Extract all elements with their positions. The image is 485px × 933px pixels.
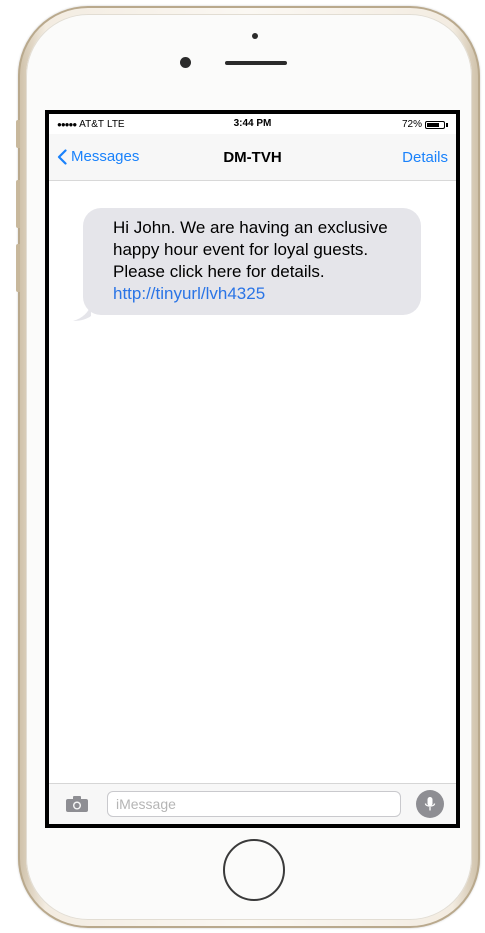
clock: 3:44 PM <box>233 118 272 129</box>
screen: ●●●●● AT&T LTE 3:44 PM 72% Messages DM-T… <box>45 110 460 828</box>
status-bar: ●●●●● AT&T LTE 3:44 PM 72% <box>49 114 456 134</box>
volume-up-button <box>16 180 20 228</box>
volume-down-button <box>16 244 20 292</box>
home-button[interactable] <box>223 839 285 901</box>
message-composer <box>49 783 456 824</box>
battery-fill <box>427 122 439 127</box>
battery-icon <box>425 120 445 129</box>
battery-indicator: 72% <box>402 119 448 130</box>
navigation-bar: Messages DM-TVH Details <box>49 134 456 181</box>
camera-icon[interactable] <box>65 795 89 813</box>
dictation-button[interactable] <box>416 790 444 818</box>
message-link[interactable]: http://tinyurl/lvh4325 <box>113 284 265 303</box>
conversation-title: DM-TVH <box>223 149 282 166</box>
details-button[interactable]: Details <box>402 149 448 166</box>
microphone-icon <box>424 797 436 811</box>
incoming-message-bubble: Hi John. We are having an exclusive happ… <box>83 208 421 315</box>
battery-percent: 72% <box>401 119 422 130</box>
proximity-sensor <box>252 33 258 39</box>
messages-app: ●●●●● AT&T LTE 3:44 PM 72% Messages DM-T… <box>49 114 456 824</box>
battery-tip <box>446 122 448 127</box>
earpiece-speaker <box>225 61 287 65</box>
message-text: Hi John. We are having an exclusive happ… <box>113 218 388 281</box>
front-camera <box>180 57 191 68</box>
mute-switch <box>16 120 20 148</box>
imessage-input[interactable] <box>107 791 401 817</box>
